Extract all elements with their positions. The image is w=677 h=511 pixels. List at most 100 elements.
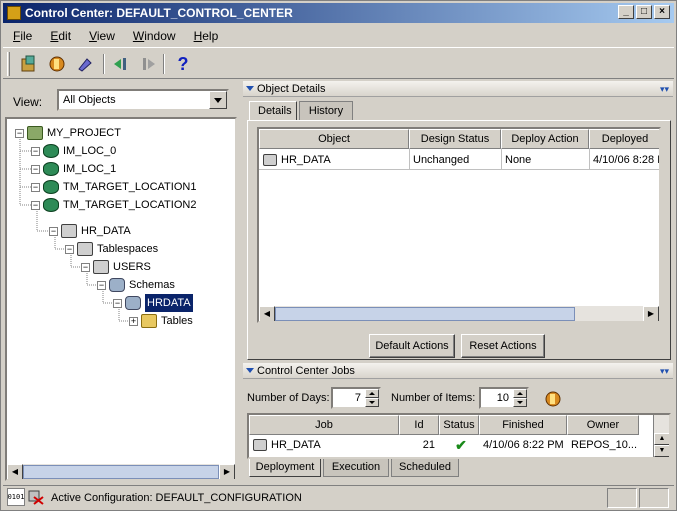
- scroll-left-icon[interactable]: ◀: [259, 306, 275, 321]
- tree-node-tm-target-location2[interactable]: − TM_TARGET_LOCATION2: [31, 196, 196, 214]
- collapse-icon[interactable]: −: [81, 262, 90, 272]
- tree-node-hr-data[interactable]: − HR_DATA: [49, 222, 131, 240]
- flashlight-icon[interactable]: [73, 52, 97, 76]
- module-icon: [61, 224, 77, 238]
- tree-node-users[interactable]: − USERS: [81, 258, 151, 276]
- cell-job: HR_DATA: [249, 436, 399, 454]
- menu-window[interactable]: Window: [123, 25, 184, 45]
- tree-node-tm-target-location1[interactable]: − TM_TARGET_LOCATION1: [31, 178, 196, 196]
- status-section: [607, 488, 637, 508]
- collapse-icon[interactable]: −: [15, 128, 24, 138]
- expand-icon[interactable]: +: [129, 316, 138, 326]
- scroll-thumb[interactable]: [23, 465, 219, 479]
- object-tree: − MY_PROJECT − IM_LOC_0 − IM_LOC_1 − TM_TARG…: [5, 117, 237, 481]
- panel-pin-icon[interactable]: ▾▾: [660, 363, 669, 379]
- scroll-left-icon[interactable]: ◀: [7, 464, 23, 479]
- scroll-right-icon[interactable]: ▶: [643, 306, 659, 321]
- column-header-status[interactable]: Status: [439, 415, 479, 435]
- minimize-button[interactable]: _: [618, 5, 634, 19]
- tab-execution[interactable]: Execution: [323, 459, 389, 477]
- status-section: [639, 488, 669, 508]
- panel-pin-icon[interactable]: ▾▾: [660, 81, 669, 97]
- collapse-icon[interactable]: −: [65, 244, 74, 254]
- column-header-object[interactable]: Object: [259, 129, 409, 149]
- object-details-header: Object Details ▾▾: [243, 81, 673, 97]
- selected-node-label: HRDATA: [145, 294, 193, 312]
- stepper-down-icon[interactable]: [365, 398, 379, 407]
- menu-help[interactable]: Help: [184, 25, 227, 45]
- cell-deployed: 4/10/06 8:28 P: [593, 154, 661, 166]
- export-icon[interactable]: [137, 52, 161, 76]
- reset-actions-button[interactable]: Reset Actions: [461, 334, 545, 358]
- collapse-icon[interactable]: −: [113, 298, 122, 308]
- tree-node-hrdata[interactable]: − HRDATA: [113, 294, 193, 312]
- menu-view[interactable]: View: [79, 25, 123, 45]
- job-monitor-icon[interactable]: [45, 52, 69, 76]
- stepper-up-icon[interactable]: [513, 389, 527, 398]
- items-stepper[interactable]: 10: [479, 387, 529, 409]
- tree-node-my-project[interactable]: − MY_PROJECT: [15, 124, 121, 142]
- column-header-deploy-action[interactable]: Deploy Action: [501, 129, 589, 149]
- toolbar-grip: [7, 52, 10, 76]
- cell-finished: 4/10/06 8:22 PM: [483, 439, 564, 451]
- scroll-thumb[interactable]: [275, 307, 575, 321]
- tree-node-tables[interactable]: + Tables: [129, 312, 193, 330]
- collapse-icon[interactable]: −: [31, 164, 40, 174]
- toolbar-separator: [103, 54, 105, 74]
- chevron-down-icon[interactable]: [209, 91, 227, 109]
- maximize-button[interactable]: □: [636, 5, 652, 19]
- schemas-icon: [109, 278, 125, 292]
- navigator-pane: View: All Objects − MY_PROJECT − IM_LOC_…: [5, 81, 237, 481]
- toolbar: ?: [3, 47, 674, 79]
- details-horizontal-scrollbar[interactable]: ◀ ▶: [259, 305, 659, 321]
- cell-id: 21: [422, 439, 435, 451]
- items-label: Number of Items:: [391, 392, 476, 404]
- scroll-down-icon[interactable]: ▼: [654, 445, 669, 457]
- tree-node-tablespaces[interactable]: − Tablespaces: [65, 240, 158, 258]
- refresh-jobs-icon[interactable]: [541, 387, 565, 411]
- scroll-up-icon[interactable]: ▲: [654, 433, 669, 445]
- view-select[interactable]: All Objects: [57, 89, 229, 111]
- collapse-icon[interactable]: −: [31, 146, 40, 156]
- column-header-id[interactable]: Id: [399, 415, 439, 435]
- tree-node-im-loc-0[interactable]: − IM_LOC_0: [31, 142, 116, 160]
- menu-file[interactable]: File: [3, 25, 40, 45]
- column-header-design-status[interactable]: Design Status: [409, 129, 501, 149]
- tree-node-im-loc-1[interactable]: − IM_LOC_1: [31, 160, 116, 178]
- help-icon[interactable]: ?: [171, 52, 195, 76]
- tablespace-icon: [93, 260, 109, 274]
- collapse-icon[interactable]: −: [31, 200, 40, 210]
- stepper-up-icon[interactable]: [365, 389, 379, 398]
- jobs-vertical-scrollbar[interactable]: ▲ ▼: [653, 415, 669, 457]
- column-header-job[interactable]: Job: [249, 415, 399, 435]
- tab-details[interactable]: Details: [249, 101, 297, 121]
- menu-edit[interactable]: Edit: [40, 25, 79, 45]
- default-actions-button[interactable]: Default Actions: [369, 334, 455, 358]
- tab-scheduled[interactable]: Scheduled: [391, 459, 459, 477]
- tab-deployment[interactable]: Deployment: [249, 459, 321, 477]
- main-window: Control Center: DEFAULT_CONTROL_CENTER _…: [0, 0, 677, 511]
- schema-icon: [125, 296, 141, 310]
- tree-node-schemas[interactable]: − Schemas: [97, 276, 175, 294]
- tree-horizontal-scrollbar[interactable]: ◀ ▶: [7, 463, 235, 479]
- tab-history[interactable]: History: [299, 101, 353, 121]
- jobs-header: Control Center Jobs ▾▾: [243, 363, 673, 379]
- column-header-owner[interactable]: Owner: [567, 415, 639, 435]
- cell-object: HR_DATA: [259, 151, 409, 169]
- days-stepper[interactable]: 7: [331, 387, 381, 409]
- close-button[interactable]: ×: [654, 5, 670, 19]
- column-header-finished[interactable]: Finished: [479, 415, 567, 435]
- location-icon: [43, 180, 59, 194]
- import-icon[interactable]: [109, 52, 133, 76]
- deploy-icon[interactable]: [17, 52, 41, 76]
- scroll-right-icon[interactable]: ▶: [219, 464, 235, 479]
- stepper-down-icon[interactable]: [513, 398, 527, 407]
- cell-deploy-action[interactable]: None: [501, 151, 589, 169]
- collapse-icon[interactable]: −: [49, 226, 58, 236]
- location-icon: [43, 144, 59, 158]
- jobs-table: Job Id Status Finished Owner HR_DATA 21 …: [247, 413, 671, 459]
- location-icon: [43, 162, 59, 176]
- column-header-deployed[interactable]: Deployed: [589, 129, 659, 149]
- collapse-icon[interactable]: −: [31, 182, 40, 192]
- collapse-icon[interactable]: −: [97, 280, 106, 290]
